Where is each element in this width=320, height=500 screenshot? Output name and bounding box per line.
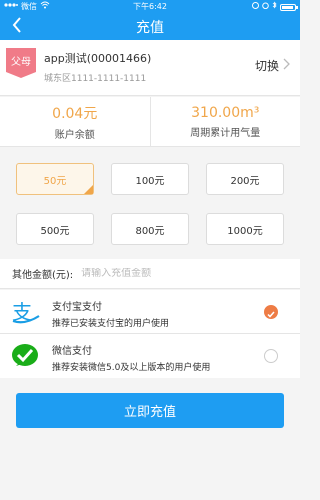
- amount-options: 50元 100元 200元 500元 800元 1000元: [0, 147, 300, 259]
- payment-option-wechat[interactable]: 微信支付 推荐安装微信5.0及以上版本的用户使用: [0, 334, 300, 378]
- amount-label: 800元: [135, 225, 165, 237]
- gas-usage-stat: 310.00m³ 周期累计用气量: [149, 97, 301, 146]
- status-time: 下午6:42: [133, 2, 167, 11]
- balance-value: 0.04元: [52, 105, 98, 122]
- account-address: 城东区1111-1111-1111: [44, 74, 147, 84]
- account-name: app测试(00001466): [44, 52, 152, 65]
- back-button[interactable]: [6, 16, 28, 38]
- account-card: 父母 app测试(00001466) 城东区1111-1111-1111 切换: [0, 40, 300, 96]
- switch-account-button[interactable]: 切换: [255, 57, 290, 74]
- payment-desc: 推荐安装微信5.0及以上版本的用户使用: [52, 363, 211, 373]
- selected-corner-icon: [84, 185, 93, 194]
- other-amount-row: 其他金额(元):: [0, 259, 300, 289]
- status-bar: 微信 下午6:42: [0, 0, 300, 14]
- amount-option-800[interactable]: 800元: [111, 213, 189, 245]
- account-stats: 0.04元 账户余额 310.00m³ 周期累计用气量: [0, 97, 300, 147]
- amount-option-100[interactable]: 100元: [111, 163, 189, 195]
- chevron-right-icon: [283, 58, 290, 73]
- other-amount-label: 其他金额(元):: [12, 270, 74, 281]
- amount-option-1000[interactable]: 1000元: [206, 213, 284, 245]
- amount-label: 50元: [43, 175, 67, 187]
- check-icon: [267, 303, 275, 322]
- amount-option-200[interactable]: 200元: [206, 163, 284, 195]
- balance-stat: 0.04元 账户余额: [0, 97, 150, 146]
- gas-usage-value: 310.00m³: [191, 104, 260, 121]
- amount-label: 500元: [40, 225, 70, 237]
- other-amount-input[interactable]: [81, 268, 242, 279]
- recharge-submit-button[interactable]: 立即充值: [16, 393, 284, 428]
- payment-radio-selected[interactable]: [264, 305, 278, 319]
- account-tag: 父母: [6, 48, 36, 78]
- amount-label: 200元: [230, 175, 260, 187]
- amount-label: 1000元: [227, 225, 263, 237]
- wechat-pay-icon: [10, 342, 40, 370]
- amount-option-50[interactable]: 50元: [16, 163, 94, 195]
- amount-option-500[interactable]: 500元: [16, 213, 94, 245]
- payment-name: 微信支付: [52, 346, 92, 357]
- page-title: 充值: [136, 20, 164, 36]
- top-bar: 微信 下午6:42 充值: [0, 0, 300, 40]
- gas-usage-label: 周期累计用气量: [190, 127, 261, 139]
- alipay-icon: 支: [10, 298, 40, 326]
- payment-radio[interactable]: [264, 349, 278, 363]
- nav-bar: 充值: [0, 14, 300, 40]
- payment-desc: 推荐已安装支付宝的用户使用: [52, 319, 170, 329]
- switch-label: 切换: [254, 59, 279, 73]
- battery-icon: [280, 3, 298, 11]
- payment-option-alipay[interactable]: 支 支付宝支付 推荐已安装支付宝的用户使用: [0, 290, 300, 334]
- balance-label: 账户余额: [54, 129, 95, 141]
- chevron-left-icon: [12, 17, 22, 37]
- amount-label: 100元: [135, 175, 165, 187]
- payment-name: 支付宝支付: [52, 302, 102, 313]
